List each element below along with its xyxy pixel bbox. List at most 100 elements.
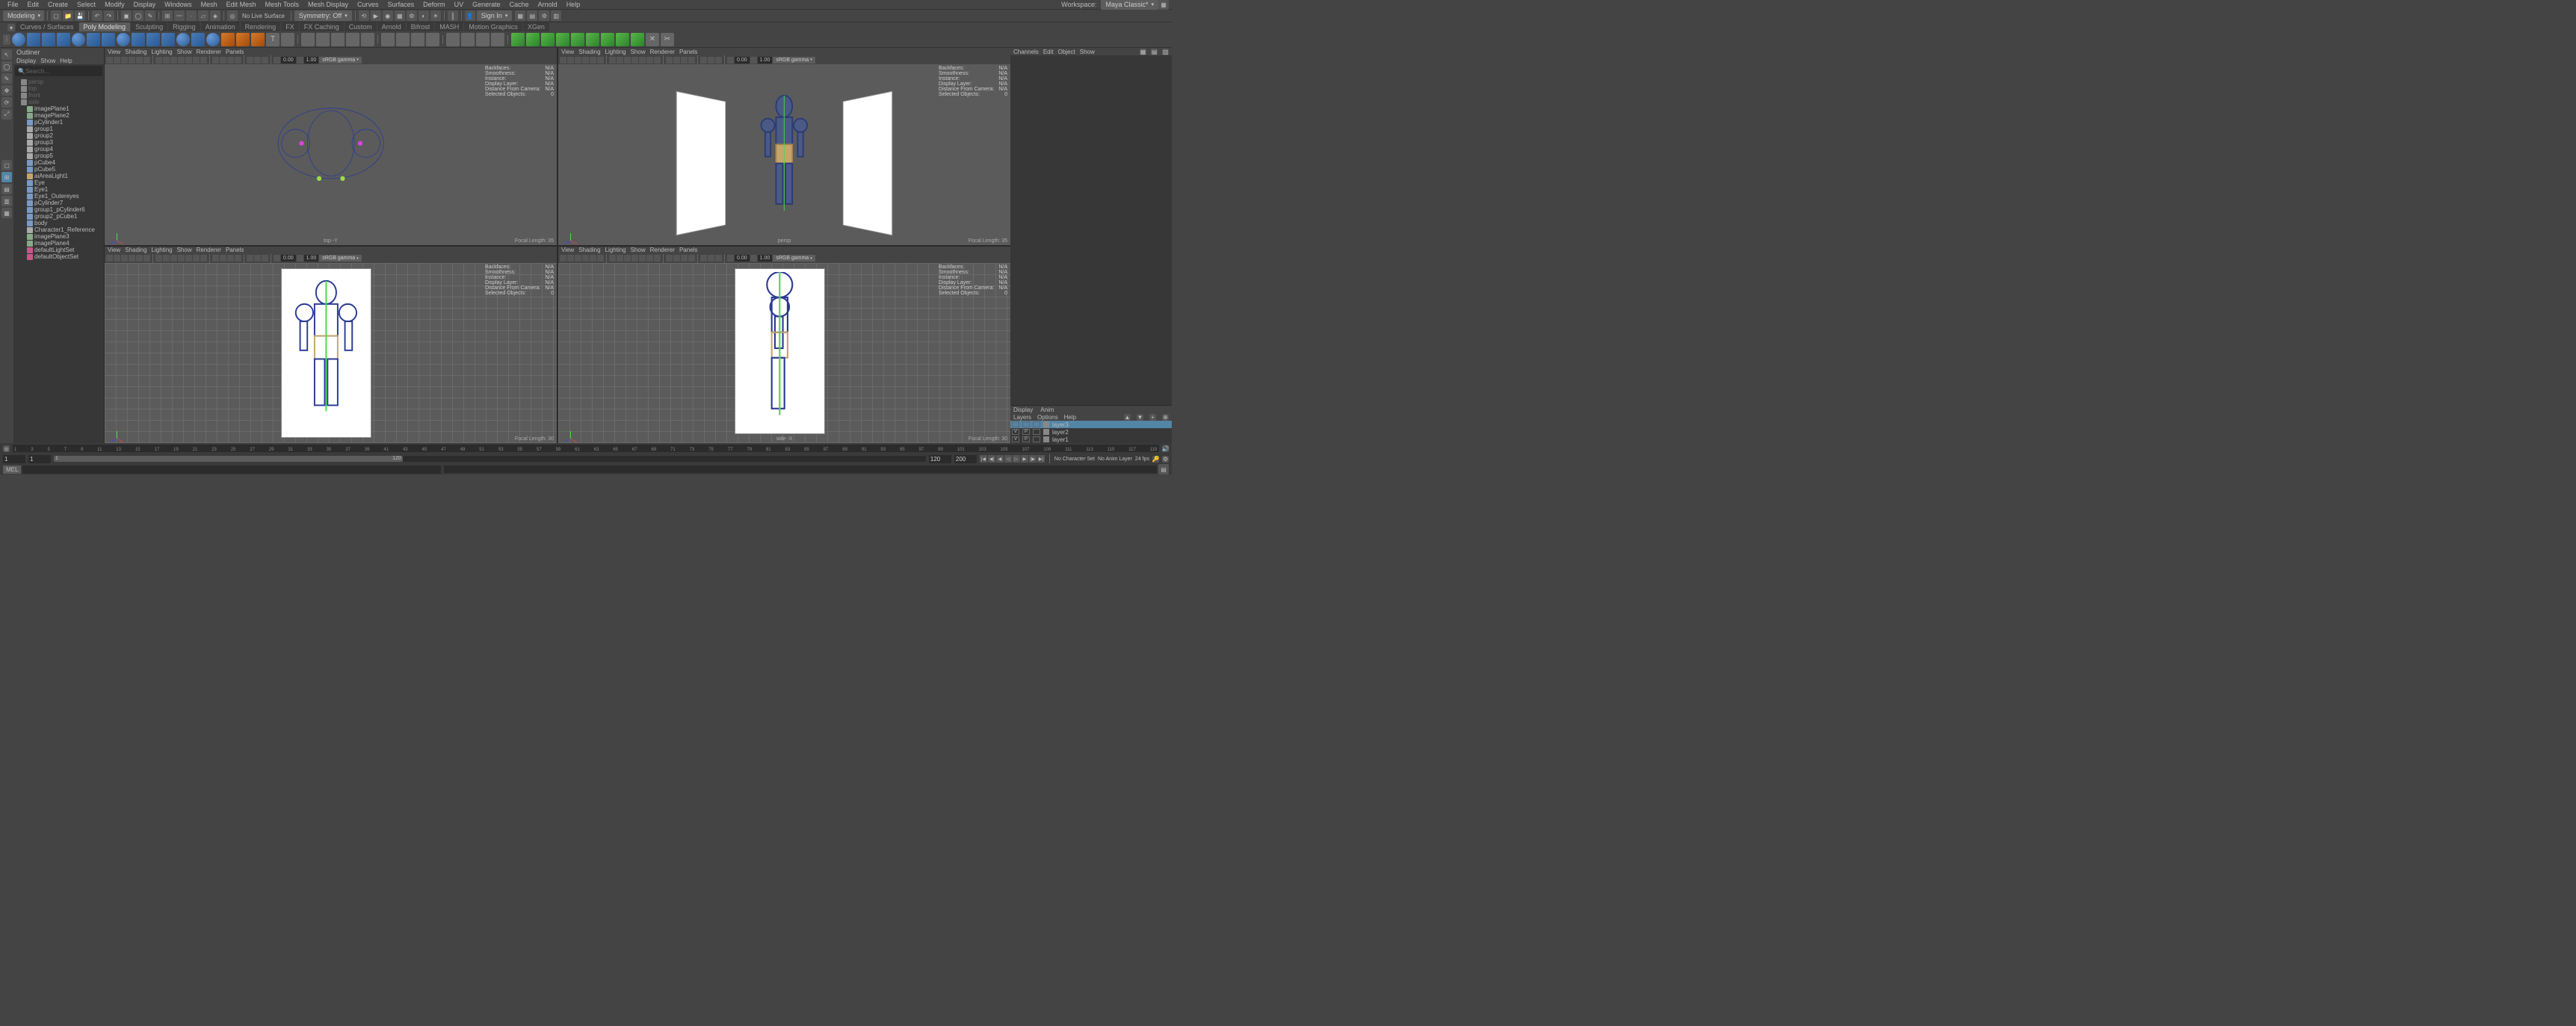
modeling-toolkit-icon[interactable]: ▦ [515,10,525,21]
hypershade-icon[interactable]: ◐ [418,10,429,21]
poly-torus-icon[interactable] [72,33,85,46]
shelf-editor-icon[interactable]: ⋮ [3,34,10,45]
layer-item[interactable]: VPlayer2 [1010,428,1172,436]
menu-deform[interactable]: Deform [418,1,450,8]
outliner-tree[interactable]: persptopfrontsideimagePlane1imagePlane2p… [13,78,104,443]
paint-tool-icon[interactable]: ✎ [1,73,12,84]
step-forward-key-icon[interactable]: |▶ [1029,455,1037,463]
paint-select-icon[interactable]: ✎ [145,10,155,21]
menu-curves[interactable]: Curves [353,1,383,8]
menu-meshdisplay[interactable]: Mesh Display [303,1,353,8]
vp-isolate-icon[interactable] [247,57,253,64]
poly-superellipse-icon[interactable] [221,33,235,46]
menu-modify[interactable]: Modify [100,1,129,8]
extrude-icon[interactable] [381,33,395,46]
prefs-icon[interactable]: ⚙ [1162,456,1169,463]
outliner-item[interactable]: group2_pCube1 [15,213,102,220]
save-scene-icon[interactable]: 💾 [75,10,85,21]
sidebar-toggle-icon[interactable]: ▦ [1158,0,1169,10]
poly-disc-icon[interactable] [102,33,115,46]
signin-dropdown[interactable]: Sign In [477,10,513,21]
vp-smooth-shade-icon[interactable] [220,57,226,64]
select-tool-icon[interactable]: ↖ [1,49,12,60]
boolean-intersect-icon[interactable] [361,33,374,46]
poly-spherical-icon[interactable] [236,33,250,46]
outliner-item[interactable]: front [15,92,102,99]
open-scene-icon[interactable]: 📁 [63,10,73,21]
render-settings-icon[interactable]: ⚙ [407,10,417,21]
go-end-icon[interactable]: ▶| [1037,455,1045,463]
vp-colorspace-dropdown[interactable]: sRGB gamma [319,57,361,64]
offset-edge-icon[interactable] [616,33,629,46]
quad-draw-icon[interactable] [556,33,569,46]
boolean-diff-icon[interactable] [346,33,359,46]
rotate-tool-icon[interactable]: ⟳ [1,97,12,108]
outliner-item[interactable]: body [15,220,102,226]
menu-edit[interactable]: Edit [23,1,44,8]
poly-type-icon[interactable]: T [266,33,279,46]
tab-animation[interactable]: Animation [201,22,240,31]
outliner-item[interactable]: group1 [15,126,102,132]
outliner-item[interactable]: persp [15,78,102,85]
outliner-item[interactable]: side [15,99,102,105]
snap-live-icon[interactable]: ◈ [210,10,220,21]
target-weld-icon[interactable] [526,33,540,46]
tab-rendering[interactable]: Rendering [241,22,281,31]
fps-dropdown[interactable]: 24 fps [1135,457,1149,462]
step-forward-icon[interactable]: ▶ [1021,455,1028,463]
vp-canvas-front[interactable]: Backfaces:N/ASmoothness:N/AInstance:N/AD… [105,263,557,444]
outliner-item[interactable]: group1_pCylinder6 [15,206,102,213]
subdivide-icon[interactable] [461,33,475,46]
snap-plane-icon[interactable]: ▱ [198,10,209,21]
snap-curve-icon[interactable]: 〰 [174,10,185,21]
menu-cache[interactable]: Cache [505,1,534,8]
workspace-dropdown[interactable]: Maya Classic* [1101,0,1158,10]
tab-motiongraphics[interactable]: Motion Graphics [464,22,522,31]
channel-icon-2[interactable]: ▤ [1151,49,1158,55]
crease-icon[interactable] [571,33,584,46]
outliner-show-menu[interactable]: Show [40,58,55,64]
new-scene-icon[interactable]: ▢ [51,10,61,21]
layout-four-icon[interactable]: ⊞ [1,172,12,182]
vp-canvas-top[interactable]: Backfaces:N/ASmoothness:N/AInstance:N/AD… [105,64,557,245]
move-tool-icon[interactable]: ✥ [1,85,12,96]
render-view-icon[interactable]: ▦ [395,10,405,21]
lasso-tool-icon[interactable]: ◯ [1,61,12,72]
redo-icon[interactable]: ↷ [104,10,114,21]
step-back-icon[interactable]: ◀ [996,455,1004,463]
layout-outliner-icon[interactable]: ▤ [1,184,12,194]
vp-bookmark-icon[interactable] [121,57,128,64]
vp-renderer-menu[interactable]: Renderer [197,49,221,55]
script-editor-icon[interactable]: ▤ [1158,464,1169,475]
outliner-item[interactable]: group2 [15,132,102,139]
combine-icon[interactable] [301,33,315,46]
layer-move-up-icon[interactable]: ▲ [1124,414,1131,421]
layout-single-icon[interactable]: ▢ [1,160,12,170]
scale-tool-icon[interactable]: ⤢ [1,109,12,120]
vp-shadows-icon[interactable] [235,57,241,64]
outliner-item[interactable]: Character1_Reference [15,226,102,233]
outliner-item[interactable]: imagePlane1 [15,105,102,112]
time-cache-icon[interactable]: ◉ [3,445,10,452]
tool-settings-icon[interactable]: ⚙ [539,10,549,21]
layers-menu[interactable]: Layers [1013,414,1031,421]
poly-plane-icon[interactable] [87,33,100,46]
vp-2d-pan-icon[interactable] [136,57,143,64]
svg-icon[interactable] [281,33,294,46]
select-mode-icon[interactable]: ▣ [121,10,132,21]
mirror-icon[interactable] [426,33,439,46]
menu-help[interactable]: Help [562,1,585,8]
range-track[interactable]: 1120 [54,456,926,462]
vp-film-gate-icon[interactable] [163,57,170,64]
menu-display[interactable]: Display [129,1,161,8]
range-end-field[interactable] [954,455,977,463]
outliner-item[interactable]: Eye [15,179,102,186]
anim-layer-dropdown[interactable]: No Anim Layer [1098,457,1132,462]
vp-image-plane-icon[interactable] [129,57,135,64]
circularize-icon[interactable] [476,33,489,46]
shelf-menu-icon[interactable]: ▾ [7,24,15,31]
vp-resolution-gate-icon[interactable] [170,57,177,64]
boolean-union-icon[interactable] [331,33,345,46]
vp-xray-icon[interactable] [254,57,261,64]
edit-tab[interactable]: Edit [1043,49,1054,55]
